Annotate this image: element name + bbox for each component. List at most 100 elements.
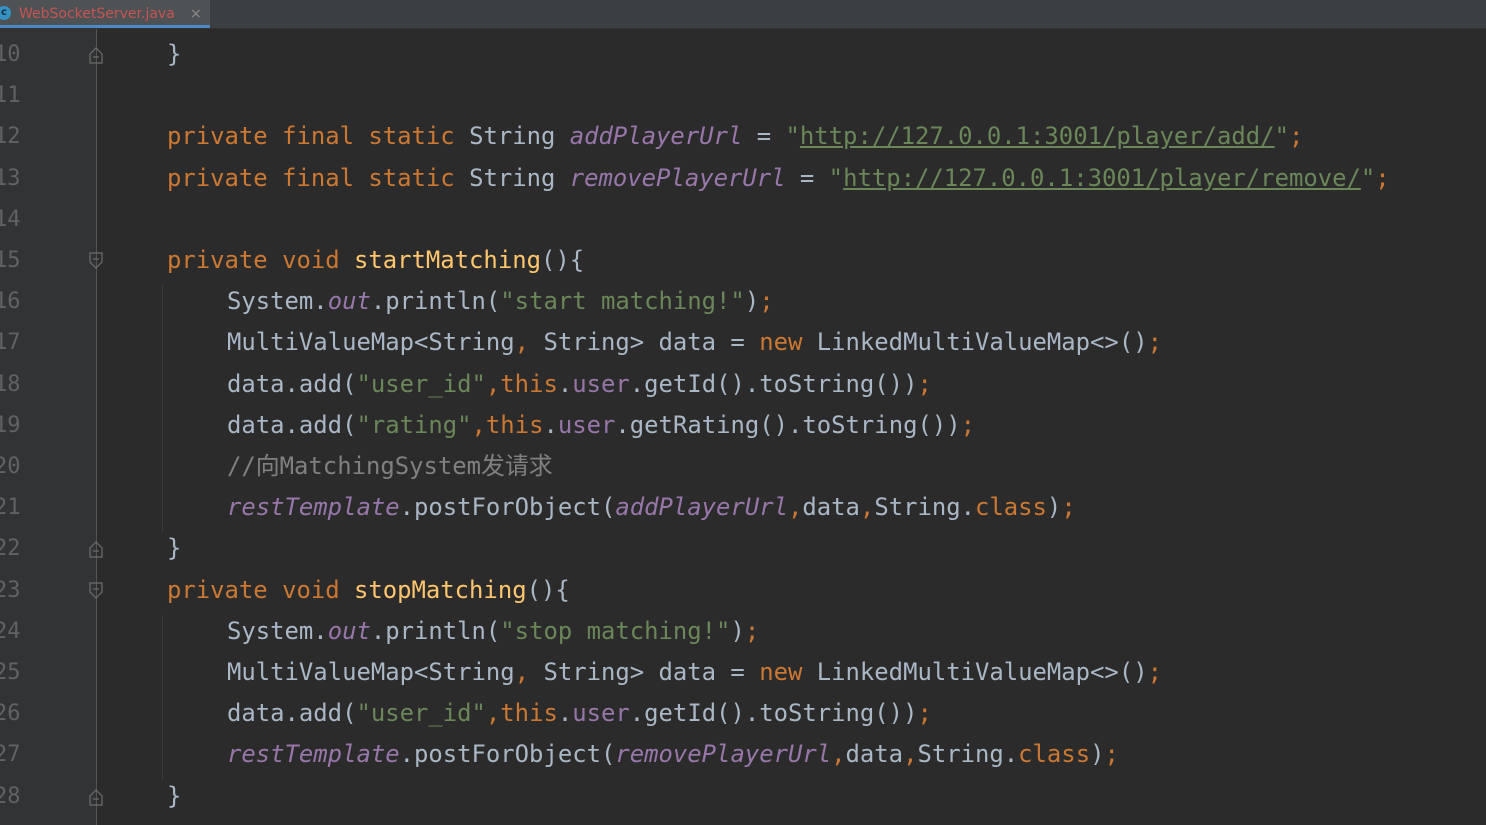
code-token: "	[785, 122, 800, 151]
fold-collapse-icon[interactable]	[89, 581, 103, 600]
line-number: 19	[0, 412, 21, 438]
code-token: ;	[759, 287, 774, 316]
code-token: ;	[1104, 740, 1119, 769]
line-number: 25	[0, 660, 21, 685]
code-token: new	[759, 328, 817, 357]
code-token: ;	[1288, 122, 1304, 151]
code-token: startMatching	[353, 246, 541, 274]
code-line[interactable]: restTemplate.postForObject(removePlayerU…	[227, 738, 1119, 770]
code-line[interactable]: data.add("user_id",this.user.getId().toS…	[227, 697, 932, 729]
code-token: .getId().toString())	[629, 699, 918, 728]
line-number: 23	[0, 577, 21, 603]
code-token: data.add(	[227, 369, 357, 398]
code-token: System.	[227, 287, 328, 316]
code-line[interactable]: //向MatchingSystem发请求	[227, 450, 553, 482]
code-line[interactable]: private void startMatching(){	[167, 244, 584, 276]
code-token: ,	[471, 410, 486, 439]
code-token: .postForObject(	[399, 740, 616, 769]
fold-end-icon[interactable]	[89, 788, 103, 806]
code-token: //向MatchingSystem发请求	[227, 452, 553, 480]
code-line[interactable]: }	[167, 532, 181, 564]
code-token: LinkedMultiValueMap<>()	[816, 328, 1148, 357]
code-token: ,	[514, 328, 544, 357]
code-token: private void	[167, 575, 354, 604]
code-token: private final static	[167, 163, 470, 192]
code-token: out	[327, 287, 371, 316]
code-token: ;	[1375, 163, 1390, 192]
code-line[interactable]: }	[167, 780, 181, 812]
code-token: .println(	[370, 287, 501, 316]
code-line[interactable]: System.out.println("start matching!");	[227, 285, 774, 317]
code-token: data.add(	[227, 410, 357, 439]
line-number: 10	[0, 42, 21, 67]
code-token: .getId().toString())	[629, 369, 918, 398]
line-number: 15	[0, 248, 21, 273]
code-token: user	[572, 699, 630, 728]
code-token: ;	[917, 699, 932, 728]
code-token: .postForObject(	[399, 493, 616, 522]
code-token: String.	[917, 740, 1019, 769]
code-token: .	[557, 369, 573, 398]
code-line[interactable]: System.out.println("stop matching!");	[227, 615, 759, 647]
line-number: 20	[0, 454, 21, 479]
code-token: addPlayerUrl	[615, 493, 788, 522]
code-token: ,	[514, 658, 544, 686]
code-token: ;	[960, 410, 975, 439]
code-token: "user_id"	[356, 369, 486, 398]
indent-guide	[162, 614, 163, 780]
line-number: 16	[0, 289, 21, 315]
fold-end-icon[interactable]	[89, 46, 103, 64]
code-token: class	[1018, 740, 1091, 769]
code-token: restTemplate	[227, 493, 400, 522]
code-token: removePlayerUrl	[615, 740, 832, 769]
code-token: "user_id"	[356, 699, 486, 728]
close-icon[interactable]: ×	[190, 4, 202, 24]
tab-websocketserver-java[interactable]: c WebSocketServer.java ×	[0, 0, 210, 28]
code-token: String> data =	[543, 328, 760, 357]
code-token: ;	[917, 369, 932, 398]
line-number: 13	[0, 165, 21, 191]
code-token: )	[1046, 493, 1062, 522]
code-line[interactable]: private final static String removePlayer…	[167, 162, 1390, 194]
code-token: "	[828, 163, 844, 192]
code-line[interactable]: MultiValueMap<String, String> data = new…	[227, 326, 1162, 358]
code-line[interactable]: restTemplate.postForObject(addPlayerUrl,…	[227, 491, 1076, 523]
code-token: "	[1274, 122, 1289, 151]
code-token: addPlayerUrl	[569, 122, 743, 151]
code-token: ;	[1061, 493, 1076, 522]
code-token: =	[785, 163, 829, 192]
code-token: String	[469, 163, 570, 192]
editor-tab-bar: c WebSocketServer.java ×	[0, 0, 1486, 29]
code-token: "start matching!"	[500, 287, 745, 316]
c-class-icon: c	[0, 6, 11, 20]
code-line[interactable]: data.add("user_id",this.user.getId().toS…	[227, 368, 932, 400]
code-token: stopMatching	[353, 575, 527, 604]
code-token: this	[485, 410, 544, 439]
code-token: .	[543, 410, 558, 439]
code-token: (){	[540, 246, 585, 274]
code-token: (){	[526, 575, 570, 604]
code-token: MultiValueMap<String	[227, 658, 515, 686]
code-token: )	[730, 616, 745, 645]
code-token: ,	[903, 740, 918, 769]
code-line[interactable]: data.add("rating",this.user.getRating().…	[227, 409, 975, 441]
code-token: )	[744, 287, 760, 316]
code-token: String.	[874, 493, 975, 522]
line-number: 21	[0, 495, 21, 521]
fold-end-icon[interactable]	[89, 540, 103, 558]
code-token: String	[469, 122, 570, 151]
tab-filename: WebSocketServer.java	[19, 6, 175, 22]
code-token: private void	[167, 246, 354, 274]
code-line[interactable]: private final static String addPlayerUrl…	[167, 120, 1303, 152]
code-token: data.add(	[227, 699, 357, 728]
code-line[interactable]: private void stopMatching(){	[167, 574, 570, 606]
code-token: ,	[787, 493, 803, 522]
code-token: "rating"	[356, 410, 472, 439]
fold-collapse-icon[interactable]	[89, 252, 103, 270]
code-token: MultiValueMap<String	[227, 328, 515, 357]
code-line[interactable]: MultiValueMap<String, String> data = new…	[227, 656, 1162, 688]
line-number: 11	[0, 83, 21, 109]
code-token: data	[802, 493, 860, 522]
code-line[interactable]: }	[167, 38, 181, 70]
code-token: ;	[1147, 658, 1162, 686]
